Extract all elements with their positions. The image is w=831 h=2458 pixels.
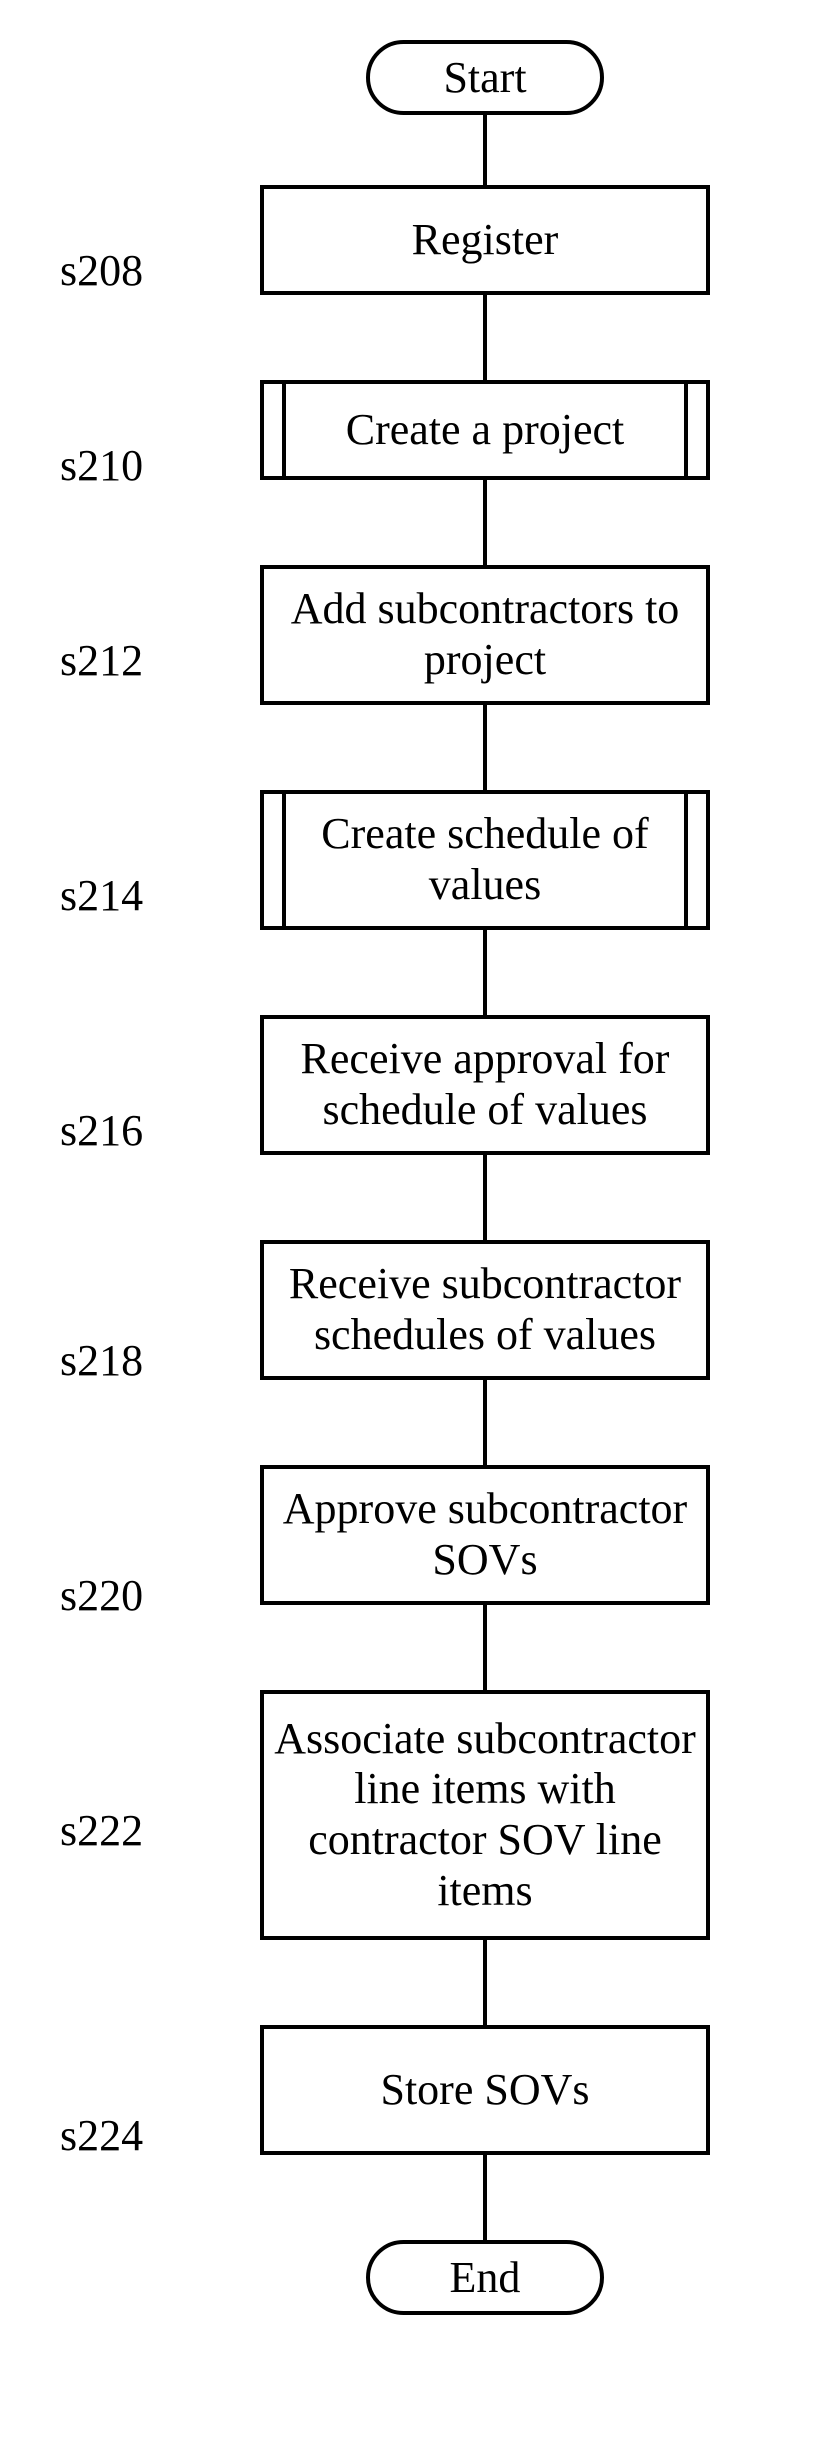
step-s208: Register <box>260 185 710 295</box>
step-s216: Receive approval for schedule of values <box>260 1015 710 1155</box>
connector <box>483 930 487 1015</box>
flow-column: Start Register Create a project Add subc… <box>260 40 710 2315</box>
step-s220: Approve subcontractor SOVs <box>260 1465 710 1605</box>
step-s214: Create schedule of values <box>260 790 710 930</box>
step-label-s222: s222 <box>60 1805 143 1856</box>
end-text: End <box>450 2253 521 2302</box>
step-text: Create schedule of values <box>274 809 696 910</box>
step-label-s224: s224 <box>60 2110 143 2161</box>
step-s222: Associate subcontractor line items with … <box>260 1690 710 1940</box>
step-text: Register <box>412 215 559 266</box>
step-text: Add subcontractors to project <box>274 584 696 685</box>
end-terminal: End <box>366 2240 604 2315</box>
step-text: Receive subcontractor schedules of value… <box>274 1259 696 1360</box>
step-s224: Store SOVs <box>260 2025 710 2155</box>
step-label-s208: s208 <box>60 245 143 296</box>
step-text: Approve subcontractor SOVs <box>274 1484 696 1585</box>
connector <box>483 1605 487 1690</box>
connector <box>483 1155 487 1240</box>
connector <box>483 2155 487 2240</box>
connector <box>483 1380 487 1465</box>
connector <box>483 1940 487 2025</box>
step-label-s216: s216 <box>60 1105 143 1156</box>
step-label-s214: s214 <box>60 870 143 921</box>
start-terminal: Start <box>366 40 604 115</box>
flowchart: s208 s210 s212 s214 s216 s218 s220 s222 … <box>0 0 831 2458</box>
step-s210: Create a project <box>260 380 710 480</box>
step-label-s220: s220 <box>60 1570 143 1621</box>
step-label-s218: s218 <box>60 1335 143 1386</box>
connector <box>483 295 487 380</box>
start-text: Start <box>443 53 526 102</box>
step-label-s210: s210 <box>60 440 143 491</box>
step-text: Store SOVs <box>380 2065 589 2116</box>
step-s218: Receive subcontractor schedules of value… <box>260 1240 710 1380</box>
connector <box>483 705 487 790</box>
connector <box>483 115 487 185</box>
step-label-s212: s212 <box>60 635 143 686</box>
step-text: Create a project <box>346 405 625 456</box>
step-text: Associate subcontractor line items with … <box>274 1714 696 1916</box>
step-text: Receive approval for schedule of values <box>274 1034 696 1135</box>
step-s212: Add subcontractors to project <box>260 565 710 705</box>
connector <box>483 480 487 565</box>
